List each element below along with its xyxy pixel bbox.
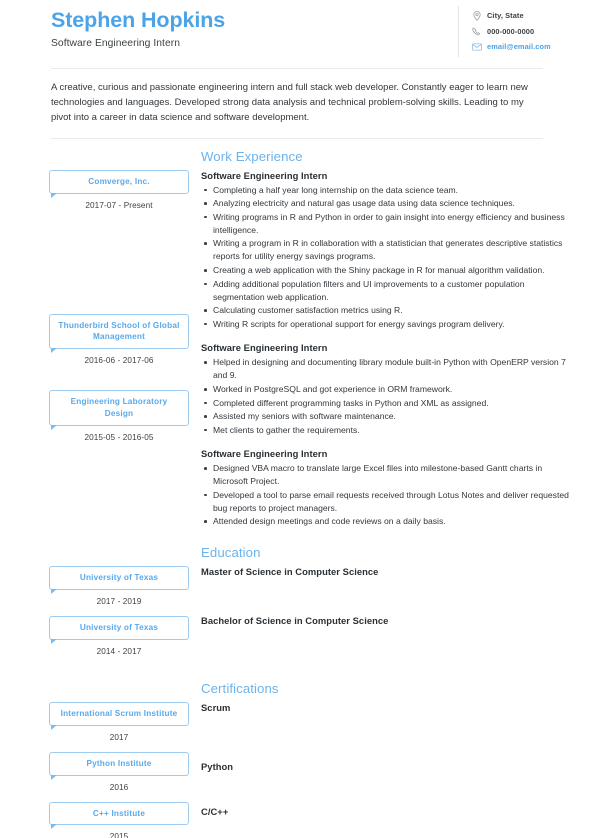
resume-body: Comverge, Inc. 2017-07 - Present Thunder…	[12, 149, 582, 838]
organization-date: 2017	[109, 732, 129, 742]
contact-location: City, State	[471, 10, 582, 21]
list-item: Completing a half year long internship o…	[201, 184, 570, 197]
education-content-column: Education Master of Science in Computer …	[189, 545, 582, 629]
organization-date: 2016-06 - 2017-06	[84, 356, 154, 366]
entry-bullets: Helped in designing and documenting libr…	[201, 356, 570, 436]
header-identity: Stephen Hopkins Software Engineering Int…	[12, 6, 458, 49]
organization-badge: Thunderbird School of Global Management	[49, 313, 189, 354]
header-divider	[51, 67, 543, 69]
entry-bullets: Completing a half year long internship o…	[201, 184, 570, 331]
list-item: Met clients to gather the requirements.	[201, 424, 570, 437]
list-item: Developed a tool to parse email requests…	[201, 489, 570, 515]
organization-badge: Python Institute	[49, 751, 189, 780]
organization-badge: University of Texas	[49, 615, 189, 644]
certifications-content-column: Certifications Scrum Python C/C++	[189, 681, 582, 820]
section-heading-certifications: Certifications	[201, 680, 279, 696]
organization-badge: Comverge, Inc.	[49, 169, 189, 198]
contact-email[interactable]: email@email.com	[471, 41, 582, 52]
organization-date: 2014 - 2017	[96, 646, 142, 656]
professional-summary: A creative, curious and passionate engin…	[51, 81, 528, 124]
entry-role: Software Engineering Intern	[201, 342, 328, 354]
page-title: Stephen Hopkins	[51, 8, 226, 32]
list-item: Writing R scripts for operational suppor…	[201, 318, 570, 331]
contact-location-text: City, State	[487, 11, 524, 20]
entry-role: Software Engineering Intern	[201, 448, 328, 460]
work-content-column: Work Experience Software Engineering Int…	[189, 149, 582, 529]
certifications-badges-column: International Scrum Institute 2017 Pytho…	[12, 681, 189, 838]
certifications-section: International Scrum Institute 2017 Pytho…	[12, 681, 582, 838]
education-badges-column: University of Texas 2017 - 2019 Universi…	[12, 545, 189, 658]
work-badge-0: Comverge, Inc. 2017-07 - Present	[49, 169, 189, 210]
certification-name-2: C/C++	[201, 805, 229, 817]
entry-bullets: Designed VBA macro to translate large Ex…	[201, 462, 570, 528]
organization-badge: C++ Institute	[49, 801, 189, 830]
organization-badge: University of Texas	[49, 566, 189, 594]
list-item: Creating a web application with the Shin…	[201, 264, 570, 277]
organization-date: 2017-07 - Present	[85, 200, 153, 210]
contact-info: City, State 000-000-0000 email@email.com	[458, 6, 582, 57]
section-heading-work: Work Experience	[201, 148, 303, 164]
list-item: Analyzing electricity and natural gas us…	[201, 197, 570, 210]
contact-phone-text: 000-000-0000	[487, 26, 535, 36]
organization-date: 2015	[109, 832, 129, 838]
section-heading-education: Education	[201, 545, 261, 560]
certification-name-1: Python	[201, 760, 234, 772]
work-badge-2: Engineering Laboratory Design 2015-05 - …	[49, 390, 189, 442]
list-item: Completed different programming tasks in…	[201, 397, 570, 410]
header-job-title: Software Engineering Intern	[51, 37, 180, 49]
list-item: Worked in PostgreSQL and got experience …	[201, 383, 570, 396]
list-item: Assisted my seniors with software mainte…	[201, 410, 570, 423]
education-degree-0: Master of Science in Computer Science	[201, 566, 379, 577]
organization-badge: Engineering Laboratory Design	[49, 390, 189, 430]
resume-header: Stephen Hopkins Software Engineering Int…	[12, 0, 582, 57]
work-entry-2: Software Engineering Intern Designed VBA…	[201, 448, 570, 528]
work-section: Comverge, Inc. 2017-07 - Present Thunder…	[12, 149, 582, 529]
resume-page: Stephen Hopkins Software Engineering Int…	[0, 0, 594, 838]
education-section: University of Texas 2017 - 2019 Universi…	[12, 545, 582, 658]
list-item: Helped in designing and documenting libr…	[201, 356, 570, 382]
work-badge-1: Thunderbird School of Global Management …	[49, 313, 189, 366]
phone-icon	[471, 26, 482, 37]
contact-phone: 000-000-0000	[471, 26, 582, 37]
education-badge-0: University of Texas 2017 - 2019	[49, 566, 189, 606]
contact-email-text: email@email.com	[487, 42, 551, 51]
organization-badge: International Scrum Institute	[49, 701, 189, 730]
organization-date: 2017 - 2019	[96, 596, 142, 606]
list-item: Calculating customer satisfaction metric…	[201, 304, 570, 317]
education-badge-1: University of Texas 2014 - 2017	[49, 615, 189, 656]
organization-date: 2016	[109, 782, 129, 792]
list-item: Writing programs in R and Python in orde…	[201, 211, 570, 237]
organization-date: 2015-05 - 2016-05	[84, 433, 154, 443]
certification-badge-0: International Scrum Institute 2017	[49, 701, 189, 742]
work-entry-1: Software Engineering Intern Helped in de…	[201, 342, 570, 436]
work-badges-column: Comverge, Inc. 2017-07 - Present Thunder…	[12, 149, 189, 444]
certification-name-0: Scrum	[201, 701, 231, 713]
certification-badge-2: C++ Institute 2015	[49, 801, 189, 838]
work-entry-0: Software Engineering Intern Completing a…	[201, 170, 570, 331]
envelope-icon	[471, 41, 482, 52]
location-pin-icon	[471, 10, 482, 21]
certification-badge-1: Python Institute 2016	[49, 751, 189, 792]
summary-divider	[51, 137, 543, 139]
education-degree-1: Bachelor of Science in Computer Science	[201, 615, 389, 626]
list-item: Adding additional population filters and…	[201, 278, 570, 304]
list-item: Attended design meetings and code review…	[201, 515, 570, 528]
list-item: Writing a program in R in collaboration …	[201, 237, 570, 263]
list-item: Designed VBA macro to translate large Ex…	[201, 462, 570, 488]
entry-role: Software Engineering Intern	[201, 169, 328, 181]
